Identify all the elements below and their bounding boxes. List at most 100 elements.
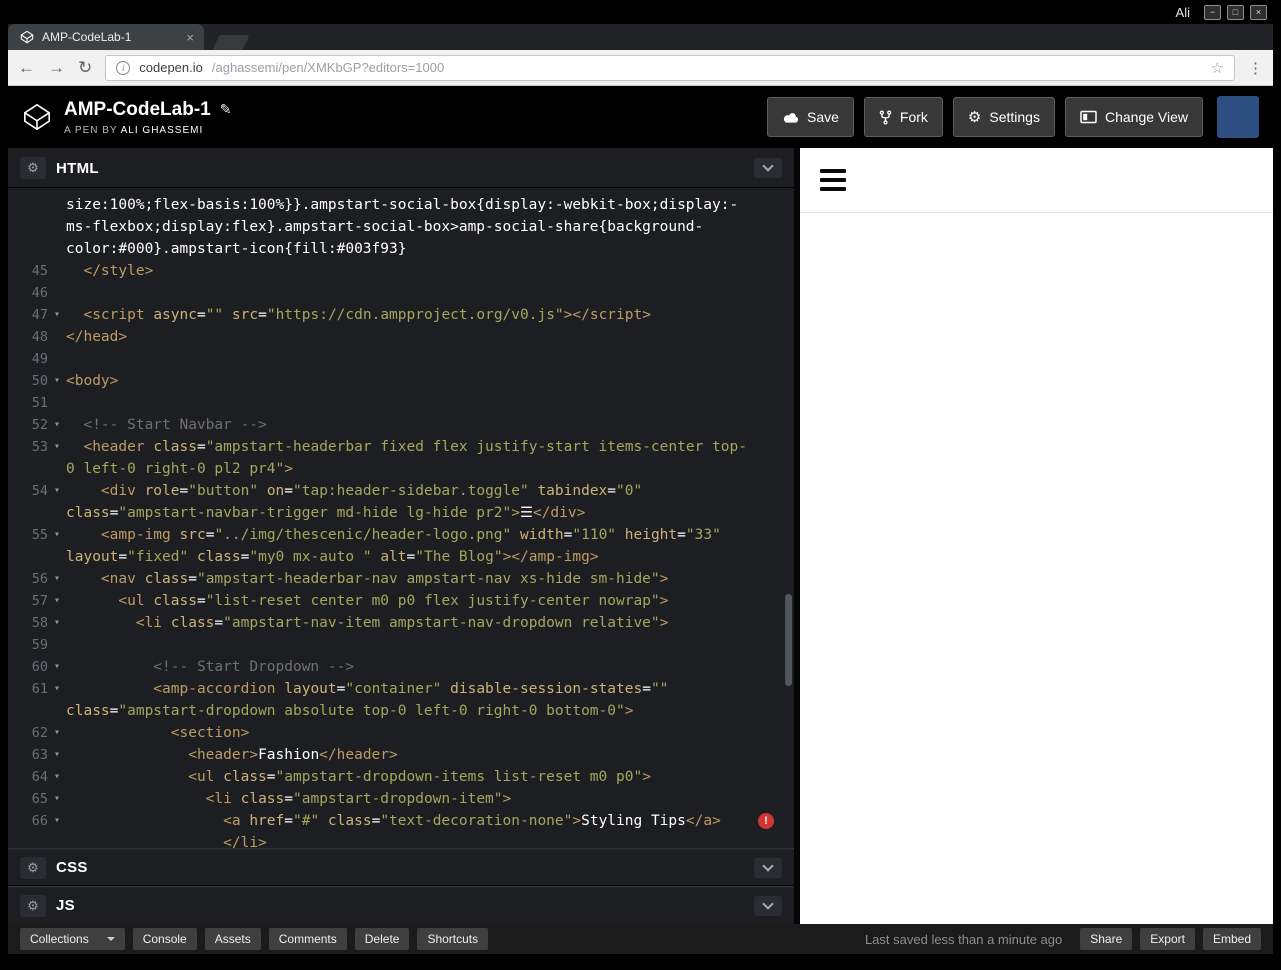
embed-button[interactable]: Embed xyxy=(1202,928,1261,950)
code-row[interactable]: 49 xyxy=(8,348,794,370)
delete-button[interactable]: Delete xyxy=(354,928,410,950)
edit-title-pencil-icon[interactable]: ✎ xyxy=(220,101,232,118)
export-button[interactable]: Export xyxy=(1140,928,1195,950)
fold-arrow-icon[interactable]: ▾ xyxy=(48,480,66,502)
shortcuts-button[interactable]: Shortcuts xyxy=(417,928,489,950)
code-row[interactable]: 58 ▾ <li class="ampstart-nav-item ampstar… xyxy=(8,612,794,634)
comments-button[interactable]: Comments xyxy=(268,928,347,950)
html-panel-title: HTML xyxy=(56,159,99,177)
line-number: 51 xyxy=(31,395,48,411)
chevron-down-icon xyxy=(762,160,774,172)
code-row[interactable]: 61 ▾ <amp-accordion layout="container" di… xyxy=(8,678,794,700)
code-row[interactable]: class="ampstart-navbar-trigger md-hide l… xyxy=(8,502,794,524)
code-row[interactable]: ms-flexbox;display:flex}.ampstart-social… xyxy=(8,216,794,238)
hamburger-menu-icon[interactable] xyxy=(820,169,846,191)
back-icon[interactable]: ← xyxy=(18,59,35,76)
footer-bar: Collections Console Assets Comments Delete S… xyxy=(8,924,1273,954)
assets-button[interactable]: Assets xyxy=(204,928,261,950)
css-collapse-button[interactable] xyxy=(754,857,782,878)
code-row[interactable]: 54 ▾ <div role="button" on="tap:header-si… xyxy=(8,480,794,502)
fold-arrow-icon[interactable]: ▾ xyxy=(48,524,66,546)
code-row[interactable]: 62 ▾ <section> xyxy=(8,722,794,744)
css-panel-header[interactable]: ⚙ CSS xyxy=(8,848,794,886)
code-row[interactable]: 53 ▾ <header class="ampstart-headerbar fi… xyxy=(8,436,794,458)
code-row[interactable]: 47 ▾ <script async="" src="https://cdn.am… xyxy=(8,304,794,326)
code-row[interactable]: 60 ▾ <!-- Start Dropdown --> xyxy=(8,656,794,678)
line-number xyxy=(8,700,48,722)
fold-arrow-icon[interactable]: ▾ xyxy=(48,590,66,612)
change-view-button[interactable]: Change View xyxy=(1064,97,1203,137)
code-line-text: 0 left-0 right-0 pl2 pr4"> xyxy=(66,461,293,477)
bookmark-star-icon[interactable]: ☆ xyxy=(1211,59,1224,77)
js-panel-header[interactable]: ⚙ JS xyxy=(8,886,794,924)
code-row[interactable]: 48 </head> xyxy=(8,326,794,348)
fold-arrow-icon[interactable]: ▾ xyxy=(48,304,66,326)
fold-arrow-icon[interactable]: ▾ xyxy=(48,656,66,678)
fold-arrow-icon[interactable]: ▾ xyxy=(48,810,66,832)
html-collapse-button[interactable] xyxy=(754,158,782,178)
code-row[interactable]: 56 ▾ <nav class="ampstart-headerbar-nav a… xyxy=(8,568,794,590)
code-row[interactable]: 63 ▾ <header>Fashion</header> xyxy=(8,744,794,766)
error-badge[interactable]: ! xyxy=(758,813,774,829)
line-number xyxy=(8,546,48,568)
editor-scrollbar[interactable] xyxy=(785,594,792,686)
code-row[interactable]: 64 ▾ <ul class="ampstart-dropdown-items l… xyxy=(8,766,794,788)
browser-tab[interactable]: AMP-CodeLab-1 × xyxy=(8,24,204,50)
page-info-icon[interactable]: i xyxy=(116,60,131,75)
code-row[interactable]: 51 xyxy=(8,392,794,414)
fold-arrow-icon[interactable]: ▾ xyxy=(48,722,66,744)
fold-arrow-icon[interactable]: ▾ xyxy=(48,788,66,810)
code-row[interactable]: 50 ▾ <body> xyxy=(8,370,794,392)
share-button[interactable]: Share xyxy=(1080,928,1133,950)
code-line-text: <ul class="list-reset center m0 p0 flex … xyxy=(66,593,669,609)
fork-button[interactable]: Fork xyxy=(863,97,943,137)
editor-column: ⚙ HTML size:100%;flex-basis:100%}}.ampst… xyxy=(8,148,794,924)
codepen-logo-icon[interactable] xyxy=(22,102,52,132)
js-editor-gear-icon[interactable]: ⚙ xyxy=(20,894,46,917)
window-maximize-icon[interactable]: □ xyxy=(1227,4,1244,20)
code-row[interactable]: 55 ▾ <amp-img src="../img/thescenic/heade… xyxy=(8,524,794,546)
url-bar[interactable]: i codepen.io/aghassemi/pen/XMKbGP?editor… xyxy=(105,54,1235,81)
html-code-editor[interactable]: size:100%;flex-basis:100%}}.ampstart-soc… xyxy=(8,188,794,848)
js-collapse-button[interactable] xyxy=(754,895,782,916)
code-row[interactable]: color:#000}.ampstart-icon{fill:#003f93} xyxy=(8,238,794,260)
code-row[interactable]: 52 ▾ <!-- Start Navbar --> xyxy=(8,414,794,436)
author-link[interactable]: Ali Ghassemi xyxy=(121,125,204,136)
fold-arrow-icon[interactable]: ▾ xyxy=(48,766,66,788)
html-panel-header[interactable]: ⚙ HTML xyxy=(8,148,794,188)
code-row[interactable]: class="ampstart-dropdown absolute top-0 … xyxy=(8,700,794,722)
code-row[interactable]: 0 left-0 right-0 pl2 pr4"> xyxy=(8,458,794,480)
code-row[interactable]: 66 ▾ <a href="#" class="text-decoration-n… xyxy=(8,810,794,832)
tab-close-icon[interactable]: × xyxy=(186,31,194,44)
code-row[interactable]: 65 ▾ <li class="ampstart-dropdown-item"> xyxy=(8,788,794,810)
fold-arrow-icon[interactable]: ▾ xyxy=(48,436,66,458)
forward-icon[interactable]: → xyxy=(48,59,65,76)
fold-arrow-icon[interactable]: ▾ xyxy=(48,370,66,392)
code-row[interactable]: 46 xyxy=(8,282,794,304)
editor-layout: ⚙ HTML size:100%;flex-basis:100%}}.ampst… xyxy=(8,148,1273,924)
code-row[interactable]: 59 xyxy=(8,634,794,656)
window-close-icon[interactable]: × xyxy=(1250,4,1267,20)
code-row[interactable]: size:100%;flex-basis:100%}}.ampstart-soc… xyxy=(8,194,794,216)
tab-title: AMP-CodeLab-1 xyxy=(42,30,132,44)
browser-menu-icon[interactable]: ⋮ xyxy=(1248,59,1263,77)
new-tab-button[interactable] xyxy=(212,35,250,50)
save-button[interactable]: Save xyxy=(767,97,854,137)
code-row[interactable]: </li> xyxy=(8,832,794,848)
fold-arrow-icon[interactable]: ▾ xyxy=(48,612,66,634)
css-editor-gear-icon[interactable]: ⚙ xyxy=(20,856,46,879)
code-row[interactable]: 45 </style> xyxy=(8,260,794,282)
fold-arrow-icon[interactable]: ▾ xyxy=(48,414,66,436)
fold-arrow-icon[interactable]: ▾ xyxy=(48,568,66,590)
avatar[interactable] xyxy=(1217,96,1259,138)
window-minimize-icon[interactable]: − xyxy=(1204,4,1221,20)
code-row[interactable]: 57 ▾ <ul class="list-reset center m0 p0 f… xyxy=(8,590,794,612)
code-row[interactable]: layout="fixed" class="my0 mx-auto " alt=… xyxy=(8,546,794,568)
fold-arrow-icon[interactable]: ▾ xyxy=(48,678,66,700)
console-button[interactable]: Console xyxy=(132,928,197,950)
collections-dropdown[interactable]: Collections xyxy=(20,928,125,950)
settings-button[interactable]: ⚙ Settings xyxy=(952,97,1055,137)
fold-arrow-icon[interactable]: ▾ xyxy=(48,744,66,766)
html-editor-gear-icon[interactable]: ⚙ xyxy=(20,157,46,179)
reload-icon[interactable]: ↻ xyxy=(78,59,92,76)
